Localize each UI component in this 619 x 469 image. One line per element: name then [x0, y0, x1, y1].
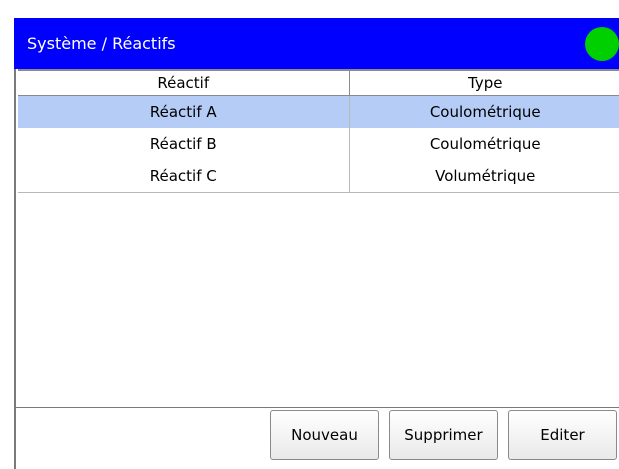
reagent-table: Réactif Type Réactif A Coulométrique Réa…: [18, 69, 619, 193]
table-row[interactable]: Réactif C Volumétrique: [18, 160, 619, 193]
divider: [16, 407, 619, 408]
edit-button[interactable]: Editer: [508, 410, 617, 460]
table-row[interactable]: Réactif A Coulométrique: [18, 95, 619, 128]
reagent-type-cell: Volumétrique: [349, 160, 619, 193]
table-row[interactable]: Réactif B Coulométrique: [18, 128, 619, 160]
table-header-row: Réactif Type: [18, 69, 619, 96]
new-button[interactable]: Nouveau: [270, 410, 379, 460]
column-header-type[interactable]: Type: [349, 69, 619, 96]
reagent-panel: Réactif Type Réactif A Coulométrique Réa…: [14, 69, 619, 469]
reagent-name-cell: Réactif A: [18, 95, 350, 128]
reagent-name-cell: Réactif B: [18, 128, 350, 160]
reagent-name-cell: Réactif C: [18, 160, 350, 193]
status-indicator-icon: [585, 27, 619, 61]
column-header-reagent[interactable]: Réactif: [18, 69, 350, 96]
reagent-type-cell: Coulométrique: [349, 95, 619, 128]
page-title: Système / Réactifs: [27, 34, 176, 53]
title-bar: Système / Réactifs: [14, 18, 619, 69]
delete-button[interactable]: Supprimer: [389, 410, 498, 460]
reagent-type-cell: Coulométrique: [429, 135, 541, 153]
